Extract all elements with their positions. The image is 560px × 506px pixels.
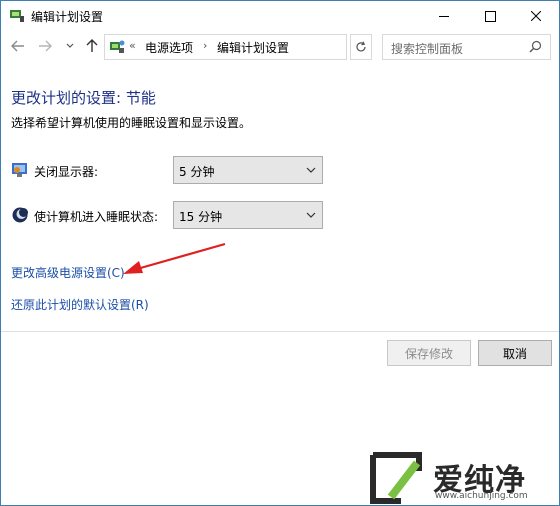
sleep-value: 15 分钟 — [179, 210, 223, 224]
page-title: 更改计划的设置: 节能 — [11, 89, 156, 107]
breadcrumb-prefix[interactable]: « — [129, 39, 136, 52]
window: 编辑计划设置 « 电源选项 › 编辑计划设置 搜索控制面板 更改计划的设置: 节… — [0, 0, 560, 506]
sleep-setting: 使计算机进入睡眠状态: 15 分钟 — [11, 201, 331, 231]
display-off-value: 5 分钟 — [179, 165, 215, 179]
chevron-down-icon — [66, 43, 74, 48]
monitor-icon — [12, 163, 27, 177]
close-button[interactable] — [513, 1, 559, 31]
breadcrumb-edit-plan[interactable]: 编辑计划设置 — [217, 39, 289, 56]
title-bar: 编辑计划设置 — [1, 1, 559, 31]
save-changes-button[interactable]: 保存修改 — [387, 340, 471, 366]
breadcrumb-separator[interactable]: › — [203, 39, 207, 52]
minimize-button[interactable] — [421, 1, 467, 31]
forward-arrow-icon — [39, 40, 52, 52]
up-button[interactable] — [83, 37, 101, 55]
address-bar[interactable]: « 电源选项 › 编辑计划设置 — [104, 34, 435, 60]
navigation-bar: « 电源选项 › 编辑计划设置 搜索控制面板 — [1, 31, 559, 63]
page-subtitle: 选择希望计算机使用的睡眠设置和显示设置。 — [11, 116, 252, 130]
forward-button[interactable] — [36, 37, 54, 55]
chevron-down-icon — [306, 167, 316, 173]
breadcrumb-power-options[interactable]: 电源选项 — [145, 39, 193, 56]
up-arrow-icon — [86, 39, 98, 52]
sleep-label: 使计算机进入睡眠状态: — [34, 210, 159, 224]
maximize-button[interactable] — [467, 1, 513, 31]
chevron-down-icon — [306, 212, 316, 218]
control-panel-icon — [110, 40, 125, 53]
annotation-arrow — [123, 242, 226, 274]
watermark: 爱纯净 www.aichunjing.com — [365, 449, 559, 505]
recent-locations-button[interactable] — [61, 37, 79, 55]
back-button[interactable] — [9, 37, 27, 55]
search-icon[interactable] — [529, 40, 542, 53]
divider — [1, 331, 559, 332]
minimize-icon — [439, 15, 449, 17]
close-icon — [531, 11, 541, 21]
advanced-power-settings-link[interactable]: 更改高级电源设置(C) — [11, 264, 125, 281]
search-box[interactable]: 搜索控制面板 — [382, 34, 551, 60]
display-off-select[interactable]: 5 分钟 — [173, 156, 323, 184]
search-placeholder: 搜索控制面板 — [391, 42, 464, 56]
sleep-moon-icon — [12, 207, 28, 223]
display-off-label: 关闭显示器: — [34, 165, 99, 179]
watermark-logo-icon — [370, 452, 422, 504]
power-options-icon — [10, 10, 24, 22]
restore-defaults-link[interactable]: 还原此计划的默认设置(R) — [11, 296, 149, 313]
refresh-icon — [356, 41, 366, 52]
sleep-select[interactable]: 15 分钟 — [173, 201, 323, 229]
cancel-button[interactable]: 取消 — [478, 340, 552, 366]
display-off-setting: 关闭显示器: 5 分钟 — [11, 156, 331, 186]
watermark-url: www.aichunjing.com — [435, 491, 528, 501]
refresh-button[interactable] — [350, 34, 372, 60]
window-title: 编辑计划设置 — [31, 10, 104, 24]
back-arrow-icon — [11, 40, 24, 52]
maximize-icon — [484, 10, 496, 22]
